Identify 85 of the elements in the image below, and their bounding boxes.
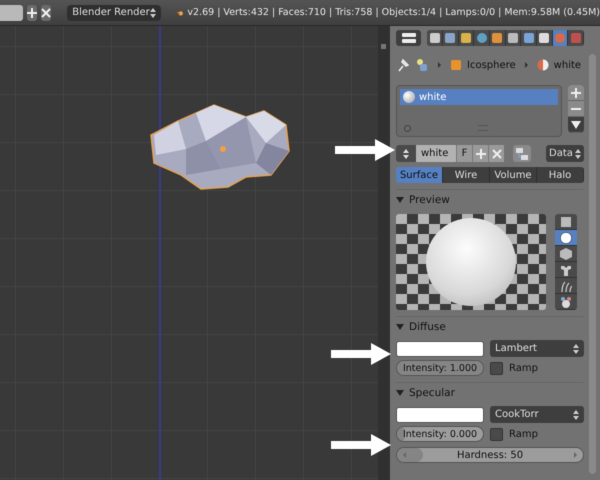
close-button[interactable]	[41, 4, 52, 20]
remove-slot-button[interactable]	[568, 101, 584, 117]
sphere-icon	[403, 91, 415, 103]
updown-icon	[573, 410, 579, 420]
filter-icon	[404, 124, 411, 132]
panel-title: Specular	[409, 387, 455, 399]
context-tab[interactable]	[506, 30, 522, 46]
scene-stats: v2.69 | Verts:432 | Faces:710 | Tris:758 | Objects:1/4 | Lamps:0/0 | Mem:9.58M (0.45M)	[187, 7, 600, 18]
square-icon	[560, 216, 572, 228]
fake-user-button[interactable]: F	[456, 145, 472, 162]
context-tab[interactable]	[490, 30, 506, 46]
panel-title: Diffuse	[409, 321, 446, 333]
specials-button[interactable]	[568, 117, 584, 133]
panel-header[interactable]: Diffuse	[396, 316, 584, 337]
context-tab[interactable]	[521, 30, 538, 46]
render-engine-dropdown[interactable]: Blender Render	[67, 4, 161, 20]
material-type-tab[interactable]: Wire	[443, 167, 490, 183]
color-swatch[interactable]	[396, 406, 484, 422]
context-tab[interactable]	[458, 30, 474, 46]
annotation-arrow	[331, 434, 391, 456]
close-icon	[492, 148, 502, 158]
preview-shape-button[interactable]	[555, 278, 577, 294]
scrollbar[interactable]	[589, 54, 596, 474]
material-name: white	[554, 60, 582, 70]
shader-dropdown[interactable]: CookTorr	[490, 406, 584, 423]
browse-material-button[interactable]	[396, 145, 416, 162]
editor-type-button[interactable]	[396, 30, 422, 46]
ramp-checkbox[interactable]: Ramp	[490, 428, 538, 440]
expanded-triangle-icon	[396, 197, 404, 203]
shader-dropdown[interactable]: Lambert	[490, 340, 584, 357]
updown-icon	[403, 148, 409, 158]
list-icon	[402, 33, 416, 43]
3d-viewport[interactable]	[0, 26, 378, 480]
preview-shape-button[interactable]	[555, 294, 577, 310]
link-dropdown[interactable]: Data	[546, 145, 584, 162]
breadcrumb-separator-icon	[438, 62, 441, 68]
pin-icon	[396, 58, 410, 72]
material-type-tab[interactable]: Surface	[396, 167, 443, 183]
expanded-triangle-icon	[396, 324, 404, 330]
breadcrumb-separator-icon	[524, 62, 528, 68]
updown-icon	[150, 8, 156, 18]
preview-shape-button[interactable]	[555, 214, 577, 230]
sphere-icon	[560, 232, 572, 244]
annotation-arrow	[335, 139, 395, 161]
intensity-slider[interactable]: Intensity: 1.000	[396, 360, 484, 376]
plus-icon	[571, 88, 581, 98]
context-tab[interactable]	[474, 30, 490, 46]
updown-icon	[575, 148, 581, 158]
name-field[interactable]	[0, 4, 24, 20]
spheres-icon	[560, 296, 572, 308]
context-tab[interactable]	[427, 30, 444, 46]
preview-shape-button[interactable]	[555, 230, 577, 246]
material-type-tab[interactable]: Halo	[537, 167, 584, 183]
new-material-button[interactable]	[472, 145, 488, 162]
objects-icon	[415, 58, 429, 72]
nodes-icon	[516, 148, 528, 160]
right-arrow-icon	[574, 452, 577, 458]
panel-title: Preview	[409, 194, 450, 206]
close-icon	[41, 8, 52, 18]
annotation-arrow	[331, 343, 391, 365]
plus-icon	[27, 8, 38, 18]
updown-icon	[573, 344, 579, 354]
unlink-button[interactable]	[488, 145, 504, 162]
caret-icon	[571, 120, 581, 128]
add-slot-button[interactable]	[568, 85, 584, 101]
nodes-button[interactable]	[513, 145, 531, 162]
panel-header[interactable]: Preview	[396, 189, 584, 210]
hardness-slider[interactable]: Hardness: 50	[396, 447, 584, 463]
expanded-triangle-icon	[396, 390, 404, 396]
context-tab[interactable]	[443, 30, 459, 46]
hardness-value: Hardness: 50	[456, 450, 524, 460]
panel-header[interactable]: Specular	[396, 382, 584, 403]
material-slot[interactable]: white	[400, 89, 558, 105]
material-name-field[interactable]: white	[416, 145, 456, 162]
intensity-slider[interactable]: Intensity: 0.000	[396, 426, 484, 442]
add-button[interactable]	[27, 4, 38, 20]
color-swatch[interactable]	[396, 340, 484, 356]
strands-icon	[560, 280, 572, 292]
object-name: Icosphere	[467, 60, 516, 70]
context-tab[interactable]	[537, 30, 553, 46]
preview-shape-button[interactable]	[555, 262, 577, 278]
plus-icon	[476, 148, 486, 158]
preview-shape-button[interactable]	[555, 246, 577, 262]
ramp-checkbox[interactable]: Ramp	[490, 362, 538, 374]
material-type-tab[interactable]: Volume	[490, 167, 537, 183]
